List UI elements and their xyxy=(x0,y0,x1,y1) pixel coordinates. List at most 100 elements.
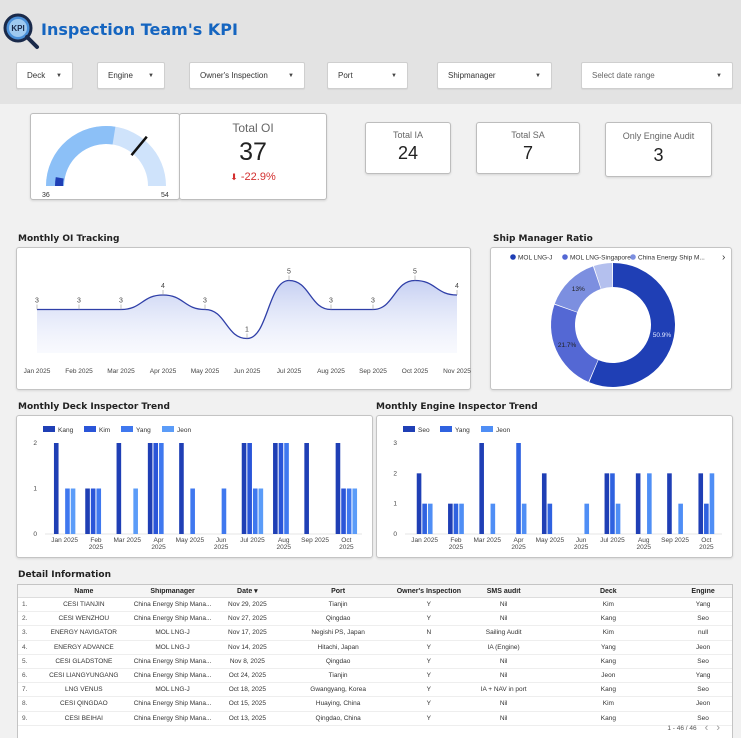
x-tick-label: Sep 2025 xyxy=(359,368,387,375)
bar[interactable] xyxy=(647,473,652,534)
y-tick-label: 3 xyxy=(393,440,397,447)
prev-page-icon[interactable]: ‹ xyxy=(705,722,709,734)
column-header[interactable]: Shipmanager xyxy=(134,588,212,595)
total-oi-delta: ⬇ -22.9% xyxy=(230,171,276,183)
table-cell: Kim xyxy=(602,700,614,708)
table-row[interactable]: 4. ENERGY ADVANCE MOL LNG-J Nov 14, 2025 Hit… xyxy=(18,641,732,655)
column-header[interactable]: Name xyxy=(34,588,134,595)
bar[interactable] xyxy=(427,503,433,534)
table-cell: IA (Engine) xyxy=(487,643,520,651)
bar[interactable] xyxy=(241,443,247,534)
bar[interactable] xyxy=(704,503,709,534)
bar[interactable] xyxy=(604,473,610,534)
column-header[interactable]: SMS audit xyxy=(465,588,543,595)
total-sa-card: Total SA 7 xyxy=(476,122,580,174)
table-row[interactable]: 8. CESI QINGDAO China Energy Ship Mana... O… xyxy=(18,697,732,712)
bar[interactable] xyxy=(667,473,672,534)
bar[interactable] xyxy=(304,443,309,534)
bar[interactable] xyxy=(346,488,352,535)
bar[interactable] xyxy=(90,488,96,535)
bar[interactable] xyxy=(252,488,258,535)
table-cell: Nil xyxy=(499,700,508,708)
filter-owners-inspection[interactable]: Owner's Inspection ▼ xyxy=(189,62,305,89)
table-row[interactable]: 7. LNG VENUS MOL LNG-J Oct 18, 2025 Gwangyan… xyxy=(18,683,732,698)
data-label: 5 xyxy=(287,269,291,276)
bar[interactable] xyxy=(116,443,122,534)
legend-next-icon[interactable]: › xyxy=(722,252,725,263)
oi-area xyxy=(37,280,457,353)
bar[interactable] xyxy=(273,443,278,534)
next-page-icon[interactable]: › xyxy=(716,722,720,734)
bar[interactable] xyxy=(678,503,683,534)
bar[interactable] xyxy=(179,443,184,534)
filter-port[interactable]: Port ▼ xyxy=(327,62,408,89)
bar[interactable] xyxy=(416,473,422,534)
table-cell: Sailing Audit xyxy=(485,629,522,637)
table-row[interactable]: 6. CESI LIANGYUNGANG China Energy Ship Man… xyxy=(18,669,732,684)
bar[interactable] xyxy=(541,473,547,534)
bar[interactable] xyxy=(153,443,159,534)
total-oi-value: 37 xyxy=(239,138,267,166)
column-header[interactable]: Engine xyxy=(674,588,732,595)
table-cell: 2. xyxy=(22,615,28,623)
bar[interactable] xyxy=(258,488,264,535)
table-row[interactable]: 9. CESI BEIHAI China Energy Ship Mana... Oc… xyxy=(18,712,732,726)
column-header[interactable]: Date ▾ xyxy=(211,587,283,595)
bar[interactable] xyxy=(448,503,453,534)
bar[interactable] xyxy=(490,503,496,534)
date-range-picker[interactable]: Select date range ▼ xyxy=(581,62,733,89)
bar[interactable] xyxy=(709,473,715,534)
bar[interactable] xyxy=(96,488,102,535)
bar[interactable] xyxy=(147,443,153,534)
legend-swatch xyxy=(84,426,96,432)
x-tick-label: 2025 xyxy=(449,544,464,551)
bar[interactable] xyxy=(698,473,704,534)
column-header[interactable]: Port xyxy=(283,588,393,595)
bar[interactable] xyxy=(459,503,464,534)
bar[interactable] xyxy=(133,488,138,535)
bar[interactable] xyxy=(85,488,90,535)
slice-label: 13% xyxy=(572,286,585,293)
bar[interactable] xyxy=(422,503,427,534)
table-cell: MOL LNG-J xyxy=(155,686,190,694)
bar[interactable] xyxy=(247,443,252,534)
bar[interactable] xyxy=(221,488,227,535)
table-cell: Nov 27, 2025 xyxy=(228,615,267,623)
table-cell: Y xyxy=(426,615,432,623)
bar[interactable] xyxy=(521,503,527,534)
table-row[interactable]: 1. CESI TIANJIN China Energy Ship Mana... N… xyxy=(18,598,732,613)
bar[interactable] xyxy=(352,488,358,535)
legend-label: Kang xyxy=(58,427,74,434)
bar[interactable] xyxy=(479,443,484,534)
table-cell: Tianjin xyxy=(328,601,348,609)
bar[interactable] xyxy=(65,488,70,535)
bar[interactable] xyxy=(190,488,195,535)
filter-deck[interactable]: Deck ▼ xyxy=(16,62,73,89)
data-label: 3 xyxy=(371,298,375,305)
table-cell: Kang xyxy=(600,714,616,722)
bar[interactable] xyxy=(159,443,164,534)
legend-label: Yang xyxy=(455,427,470,434)
bar[interactable] xyxy=(635,473,641,534)
bar[interactable] xyxy=(547,503,553,534)
bar[interactable] xyxy=(284,443,289,534)
bar[interactable] xyxy=(53,443,59,534)
pagination-label: 1 - 46 / 46 xyxy=(667,724,697,732)
bar[interactable] xyxy=(278,443,284,534)
filter-shipmanager[interactable]: Shipmanager ▼ xyxy=(437,62,552,89)
legend-label: China Energy Ship M... xyxy=(638,255,705,262)
bar[interactable] xyxy=(516,443,521,534)
bar[interactable] xyxy=(70,488,76,535)
bar[interactable] xyxy=(453,503,459,534)
bar[interactable] xyxy=(341,488,346,535)
column-header[interactable]: Owner's Inspection xyxy=(393,588,465,595)
table-row[interactable]: 3. ENERGY NAVIGATOR MOL LNG-J Nov 17, 2025 N… xyxy=(18,626,732,641)
bar[interactable] xyxy=(584,503,590,534)
table-row[interactable]: 5. CESI GLADSTONE China Energy Ship Mana..… xyxy=(18,655,732,669)
bar[interactable] xyxy=(335,443,341,534)
table-row[interactable]: 2. CESI WENZHOU China Energy Ship Mana... N… xyxy=(18,612,732,627)
bar[interactable] xyxy=(610,473,615,534)
filter-engine[interactable]: Engine ▼ xyxy=(97,62,165,89)
column-header[interactable]: Deck xyxy=(543,588,675,595)
bar[interactable] xyxy=(615,503,621,534)
